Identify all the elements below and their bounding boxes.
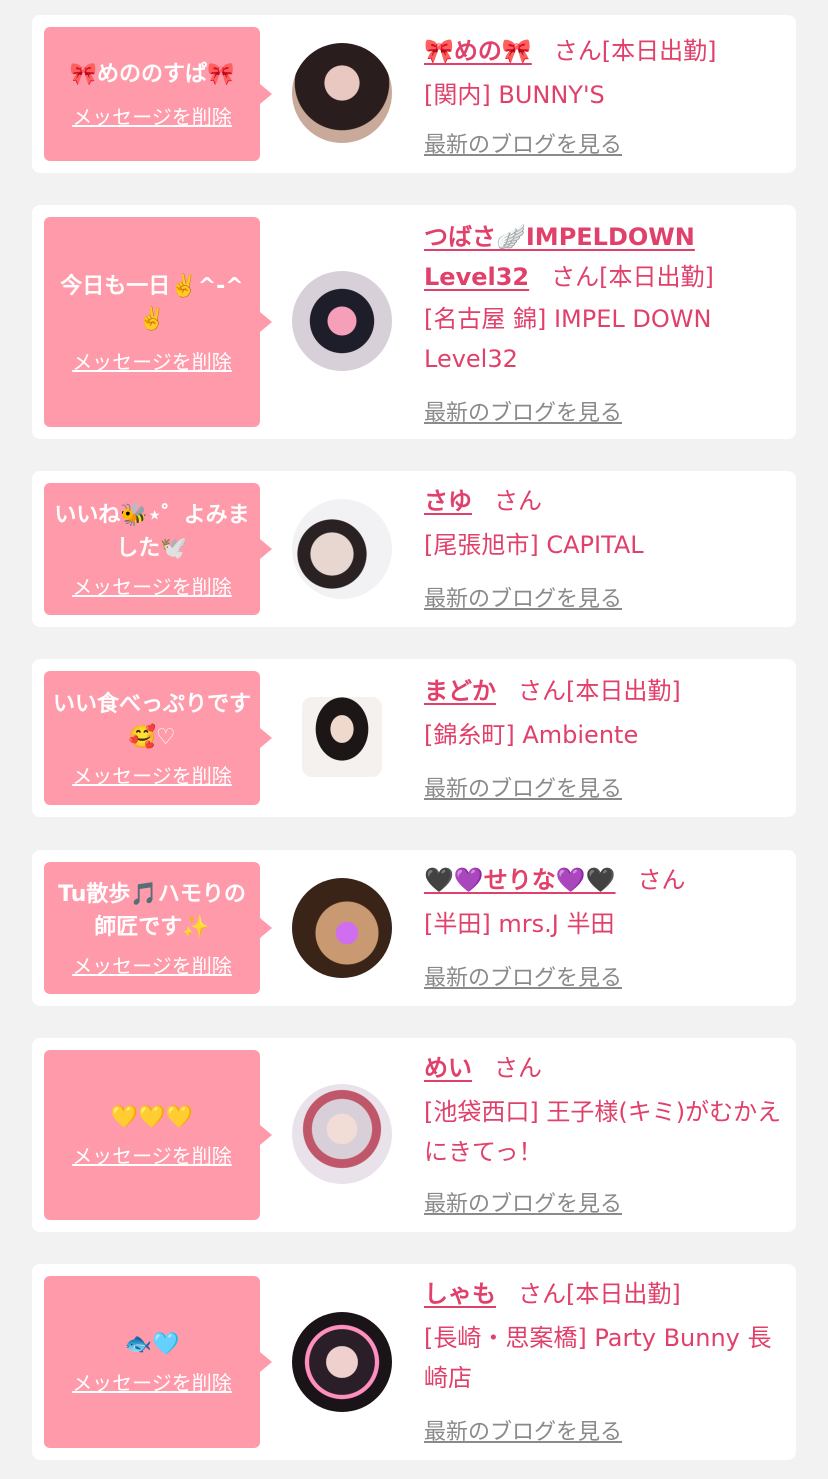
message-text: 🎀めののすぱ🎀 — [69, 62, 235, 87]
avatar[interactable] — [292, 271, 392, 371]
message-card: 今日も一日✌️^-^✌️ メッセージを削除 つばさ🪽IMPELDOWN Leve… — [32, 205, 796, 439]
attendance-status: [本日出勤] — [566, 1280, 681, 1308]
attendance-status: [本日出勤] — [601, 37, 717, 65]
avatar[interactable] — [292, 1312, 392, 1412]
message-card: 🎀めののすぱ🎀 メッセージを削除 🎀めの🎀 さん[本日出勤] [関内] BUNNY… — [32, 15, 796, 173]
honorific: さん — [637, 866, 686, 894]
message-bubble: 🎀めののすぱ🎀 メッセージを削除 — [44, 27, 272, 161]
avatar[interactable] — [292, 43, 392, 143]
honorific: さん — [551, 263, 600, 291]
cast-name-link[interactable]: まどか — [424, 677, 496, 705]
message-card: 💛💛💛 メッセージを削除 めい さん [池袋西口] 王子様(キミ)がむかえにきてっ… — [32, 1038, 796, 1232]
message-card: いい食べっぷりです🥰♡ メッセージを削除 まどか さん[本日出勤] [錦糸町] A… — [32, 659, 796, 817]
avatar[interactable] — [292, 499, 392, 599]
honorific: さん — [494, 1054, 542, 1082]
avatar[interactable] — [292, 1084, 392, 1184]
message-text: Tu散歩🎵ハモりの師匠です✨ — [58, 881, 246, 940]
message-text: 今日も一日✌️^-^✌️ — [60, 273, 244, 332]
avatar[interactable] — [302, 697, 382, 777]
message-card: 🐟🩵 メッセージを削除 しゃも さん[本日出勤] [長崎・思案橋] Party B… — [32, 1264, 796, 1460]
delete-message-link[interactable]: メッセージを削除 — [72, 346, 232, 375]
shop-name: [池袋西口] 王子様(キミ)がむかえにきてっ！ — [424, 1098, 782, 1166]
message-bubble: 💛💛💛 メッセージを削除 — [44, 1050, 272, 1220]
message-bubble: 🐟🩵 メッセージを削除 — [44, 1276, 272, 1448]
delete-message-link[interactable]: メッセージを削除 — [72, 950, 232, 979]
latest-blog-link[interactable]: 最新のブログを見る — [424, 1414, 622, 1446]
latest-blog-link[interactable]: 最新のブログを見る — [424, 771, 622, 803]
avatar[interactable] — [292, 878, 392, 978]
message-bubble: いい食べっぷりです🥰♡ メッセージを削除 — [44, 671, 272, 805]
attendance-status: [本日出勤] — [599, 263, 714, 291]
cast-name-link[interactable]: 🎀めの🎀 — [424, 37, 532, 65]
delete-message-link[interactable]: メッセージを削除 — [72, 1367, 232, 1396]
shop-name: [名古屋 錦] IMPEL DOWN Level32 — [424, 305, 712, 373]
delete-message-link[interactable]: メッセージを削除 — [72, 760, 232, 789]
cast-info: めい さん [池袋西口] 王子様(キミ)がむかえにきてっ！ — [424, 1048, 784, 1172]
shop-name: [長崎・思案橋] Party Bunny 長崎店 — [424, 1324, 772, 1392]
latest-blog-link[interactable]: 最新のブログを見る — [424, 1186, 622, 1218]
message-card: いいね🐝⋆゜よみました🕊️ メッセージを削除 さゆ さん [尾張旭市] CAPIT… — [32, 471, 796, 627]
cast-name-link[interactable]: しゃも — [424, 1280, 496, 1308]
latest-blog-link[interactable]: 最新のブログを見る — [424, 395, 622, 427]
honorific: さん — [553, 37, 602, 65]
message-text: 🐟🩵 — [124, 1332, 180, 1357]
cast-info: 🖤💜せりな💜🖤 さん [半田] mrs.J 半田 — [424, 860, 784, 944]
message-text: いい食べっぷりです🥰♡ — [52, 691, 251, 750]
honorific: さん — [518, 677, 566, 705]
delete-message-link[interactable]: メッセージを削除 — [72, 1140, 232, 1169]
shop-name: [錦糸町] Ambiente — [424, 721, 639, 749]
latest-blog-link[interactable]: 最新のブログを見る — [424, 960, 622, 992]
attendance-status: [本日出勤] — [566, 677, 681, 705]
cast-name-link[interactable]: めい — [424, 1054, 472, 1082]
cast-info: まどか さん[本日出勤] [錦糸町] Ambiente — [424, 671, 784, 755]
shop-name: [関内] BUNNY'S — [424, 81, 605, 109]
cast-name-link[interactable]: 🖤💜せりな💜🖤 — [424, 866, 616, 894]
message-bubble: いいね🐝⋆゜よみました🕊️ メッセージを削除 — [44, 483, 272, 615]
message-text: 💛💛💛 — [110, 1105, 194, 1130]
cast-info: 🎀めの🎀 さん[本日出勤] [関内] BUNNY'S — [424, 31, 784, 115]
honorific: さん — [518, 1280, 566, 1308]
message-bubble: Tu散歩🎵ハモりの師匠です✨ メッセージを削除 — [44, 862, 272, 994]
latest-blog-link[interactable]: 最新のブログを見る — [424, 127, 622, 159]
message-bubble: 今日も一日✌️^-^✌️ メッセージを削除 — [44, 217, 272, 427]
latest-blog-link[interactable]: 最新のブログを見る — [424, 581, 622, 613]
honorific: さん — [494, 487, 542, 515]
cast-info: つばさ🪽IMPELDOWN Level32 さん[本日出勤] [名古屋 錦] IM… — [424, 217, 784, 379]
cast-name-link[interactable]: さゆ — [424, 487, 472, 515]
cast-info: さゆ さん [尾張旭市] CAPITAL — [424, 481, 784, 565]
delete-message-link[interactable]: メッセージを削除 — [72, 571, 232, 600]
message-text: いいね🐝⋆゜よみました🕊️ — [54, 502, 250, 561]
shop-name: [尾張旭市] CAPITAL — [424, 531, 644, 559]
shop-name: [半田] mrs.J 半田 — [424, 910, 615, 938]
cast-info: しゃも さん[本日出勤] [長崎・思案橋] Party Bunny 長崎店 — [424, 1274, 784, 1398]
delete-message-link[interactable]: メッセージを削除 — [72, 101, 232, 130]
message-card: Tu散歩🎵ハモりの師匠です✨ メッセージを削除 🖤💜せりな💜🖤 さん [半田] m… — [32, 850, 796, 1006]
